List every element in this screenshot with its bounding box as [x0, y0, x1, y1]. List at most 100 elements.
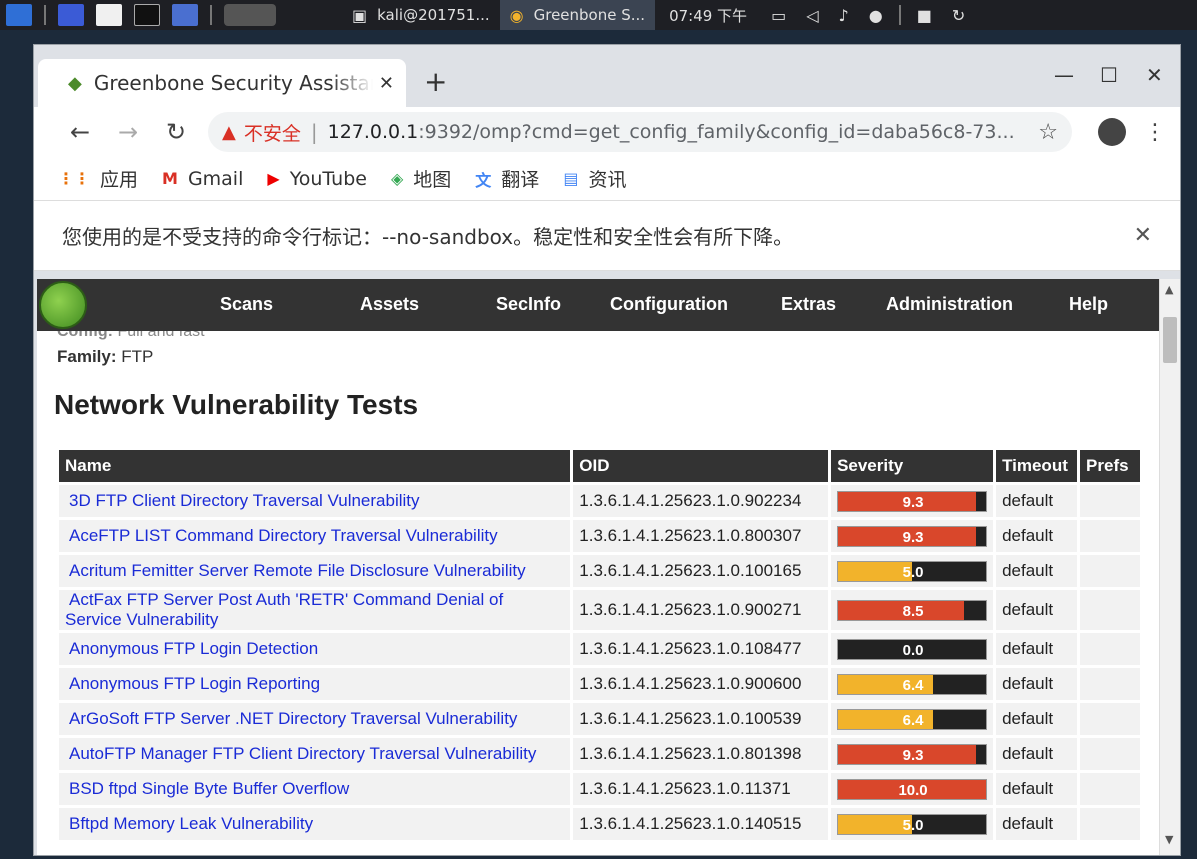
nav-assets[interactable]: Assets	[360, 294, 419, 315]
severity-value: 8.5	[902, 602, 924, 620]
severity-cell: 5.0	[831, 555, 994, 587]
severity-cell: 9.3	[831, 485, 994, 517]
severity-bar: 5.0	[837, 560, 988, 582]
app-launcher-icon[interactable]	[172, 4, 198, 26]
bookmark-apps[interactable]: ⋮⋮ 应用	[58, 165, 138, 192]
address-bar[interactable]: ▲ 不安全 | 127.0.0.1:9392/omp?cmd=get_confi…	[208, 112, 1072, 152]
nvt-name-link[interactable]: AceFTP LIST Command Directory Traversal …	[65, 526, 498, 545]
prefs-cell	[1080, 703, 1140, 735]
desktop-icon[interactable]	[58, 4, 84, 26]
notification-bell-icon[interactable]: ♪	[839, 6, 849, 25]
severity-bar: 10.0	[837, 778, 988, 800]
back-icon[interactable]: ←	[56, 118, 104, 146]
close-infobar-icon[interactable]: ✕	[1134, 223, 1152, 248]
nvt-name-link[interactable]: 3D FTP Client Directory Traversal Vulner…	[65, 491, 420, 510]
nvt-name-cell: Bftpd Memory Leak Vulnerability	[59, 808, 571, 840]
terminal-launcher-icon[interactable]	[134, 4, 160, 26]
more-menu-icon[interactable]: ⋮	[1144, 120, 1166, 145]
severity-value: 9.3	[902, 528, 924, 546]
clock[interactable]: 07:49 下午	[669, 5, 747, 26]
chrome-launcher-icon[interactable]	[224, 4, 276, 26]
timeout-cell: default	[996, 633, 1078, 665]
minimize-icon[interactable]: —	[1054, 63, 1074, 87]
table-row: ActFax FTP Server Post Auth 'RETR' Comma…	[59, 590, 1140, 630]
table-row: Anonymous FTP Login Reporting 1.3.6.1.4.1…	[59, 668, 1140, 700]
bookmark-label: 地图	[413, 169, 452, 191]
nvt-name-link[interactable]: Anonymous FTP Login Detection	[65, 639, 318, 658]
profile-avatar-icon[interactable]	[1098, 118, 1126, 146]
bookmark-youtube[interactable]: ▶ YouTube	[267, 168, 367, 190]
family-value: FTP	[121, 347, 154, 366]
vertical-scrollbar[interactable]: ▲ ▼	[1159, 279, 1180, 855]
nvt-name-link[interactable]: Anonymous FTP Login Reporting	[65, 674, 320, 693]
file-manager-icon[interactable]	[96, 4, 122, 26]
column-header-oid[interactable]: OID	[573, 450, 829, 482]
nav-administration[interactable]: Administration	[886, 294, 1013, 315]
table-row: Bftpd Memory Leak Vulnerability 1.3.6.1.4…	[59, 808, 1140, 840]
volume-icon[interactable]: ◁	[806, 6, 818, 25]
taskbar-task-terminal[interactable]: ▣ kali@201751...	[342, 0, 500, 30]
prefs-cell	[1080, 808, 1140, 840]
oid-cell: 1.3.6.1.4.1.25623.1.0.108477	[573, 633, 829, 665]
nav-scans[interactable]: Scans	[220, 294, 273, 315]
timeout-cell: default	[996, 738, 1078, 770]
taskbar-task-chrome[interactable]: ◉ Greenbone S...	[499, 0, 656, 30]
severity-cell: 6.4	[831, 703, 994, 735]
insecure-label[interactable]: 不安全	[244, 119, 301, 146]
maps-icon: ◈	[390, 169, 404, 188]
bookmark-translate[interactable]: 文翻译	[475, 165, 539, 192]
main-navigation: Scans Assets SecInfo Configuration Extra…	[37, 279, 1159, 331]
display-icon[interactable]: ▭	[771, 6, 786, 25]
bookmark-label: 资讯	[588, 169, 627, 191]
bookmark-maps[interactable]: ◈ 地图	[391, 165, 451, 192]
bookmark-gmail[interactable]: M Gmail	[162, 168, 243, 190]
app-menu-icon[interactable]	[6, 4, 32, 26]
nav-extras[interactable]: Extras	[781, 294, 836, 315]
news-icon: ▤	[563, 169, 579, 188]
nvt-name-link[interactable]: Acritum Femitter Server Remote File Disc…	[65, 561, 526, 580]
column-header-prefs[interactable]: Prefs	[1080, 450, 1140, 482]
oid-cell: 1.3.6.1.4.1.25623.1.0.900271	[573, 590, 829, 630]
nvt-name-link[interactable]: ActFax FTP Server Post Auth 'RETR' Comma…	[65, 590, 503, 629]
severity-bar: 5.0	[837, 813, 988, 835]
page-content: Config: Full and fast Family: FTP Scans …	[37, 279, 1159, 855]
url-text[interactable]: 127.0.0.1:9392/omp?cmd=get_config_family…	[328, 121, 1029, 143]
oid-cell: 1.3.6.1.4.1.25623.1.0.140515	[573, 808, 829, 840]
greenbone-logo-icon[interactable]	[39, 281, 87, 329]
logout-icon[interactable]: ↻	[952, 6, 965, 25]
nav-secinfo[interactable]: SecInfo	[496, 294, 561, 315]
column-header-timeout[interactable]: Timeout	[996, 450, 1078, 482]
timeout-cell: default	[996, 590, 1078, 630]
close-tab-icon[interactable]: ✕	[379, 73, 394, 94]
power-icon[interactable]: ●	[869, 6, 883, 25]
reload-icon[interactable]: ↻	[152, 118, 200, 146]
scroll-down-icon[interactable]: ▼	[1165, 833, 1173, 846]
browser-tab[interactable]: ◆ Greenbone Security Assistant ✕	[38, 59, 406, 107]
bookmark-news[interactable]: ▤ 资讯	[563, 165, 626, 192]
translate-icon: 文	[475, 170, 492, 190]
taskbar-task-label: kali@201751...	[377, 6, 490, 24]
column-header-severity[interactable]: Severity	[831, 450, 994, 482]
nvt-name-link[interactable]: Bftpd Memory Leak Vulnerability	[65, 814, 313, 833]
forward-icon[interactable]: →	[104, 118, 152, 146]
bookmark-star-icon[interactable]: ☆	[1038, 120, 1058, 145]
url-path: :9392/omp?cmd=get_config_family&config_i…	[418, 121, 1015, 143]
nav-help[interactable]: Help	[1069, 294, 1108, 315]
severity-bar: 8.5	[837, 599, 988, 621]
apps-grid-icon: ⋮⋮	[58, 169, 90, 188]
close-window-icon[interactable]: ✕	[1146, 63, 1163, 87]
nvt-name-link[interactable]: AutoFTP Manager FTP Client Directory Tra…	[65, 744, 536, 763]
nvt-name-cell: AceFTP LIST Command Directory Traversal …	[59, 520, 571, 552]
new-tab-button[interactable]: +	[424, 65, 447, 98]
scroll-up-icon[interactable]: ▲	[1165, 283, 1173, 296]
nvt-name-link[interactable]: BSD ftpd Single Byte Buffer Overflow	[65, 779, 349, 798]
column-header-name[interactable]: Name	[59, 450, 571, 482]
severity-cell: 6.4	[831, 668, 994, 700]
nvt-name-link[interactable]: ArGoSoft FTP Server .NET Directory Trave…	[65, 709, 517, 728]
maximize-icon[interactable]: ☐	[1100, 63, 1118, 87]
scrollbar-thumb[interactable]	[1163, 317, 1177, 363]
timeout-cell: default	[996, 485, 1078, 517]
lock-icon[interactable]: ■	[917, 6, 932, 25]
nav-configuration[interactable]: Configuration	[610, 294, 728, 315]
severity-value: 6.4	[902, 676, 924, 694]
